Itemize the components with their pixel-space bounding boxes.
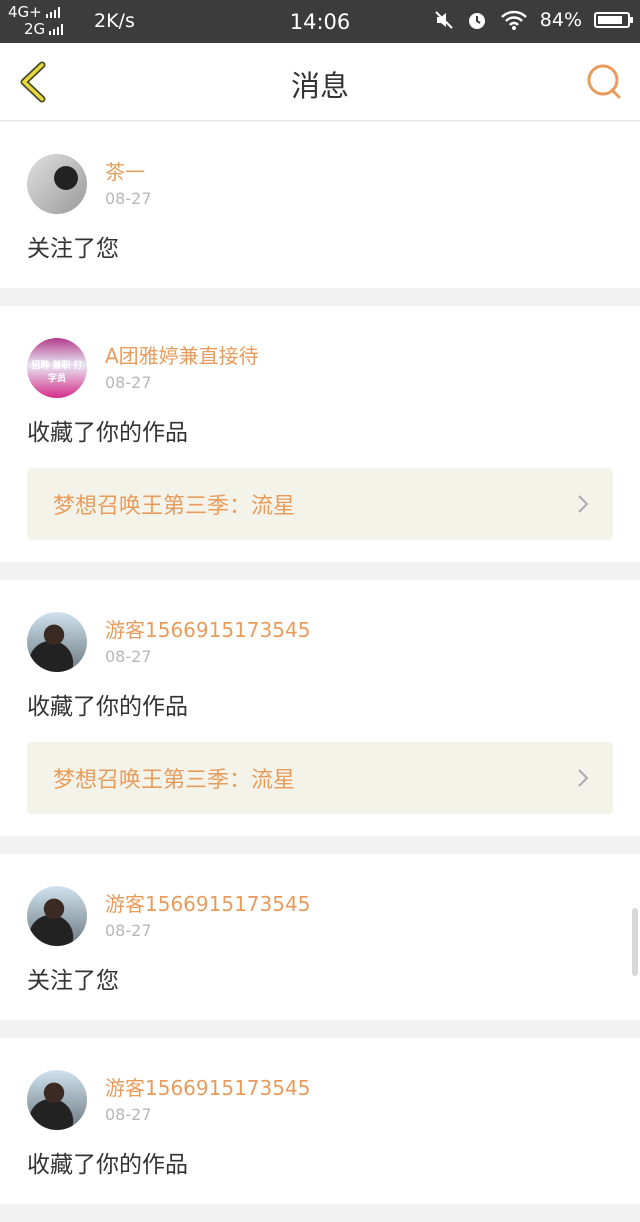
alarm-icon bbox=[468, 13, 485, 29]
user-name[interactable]: A团雅婷兼直接待 bbox=[105, 343, 259, 369]
message-card: 游客1566915173545 08-27 关注了您 bbox=[0, 854, 640, 1020]
message-date: 08-27 bbox=[105, 372, 152, 392]
user-name[interactable]: 茶一 bbox=[105, 159, 152, 185]
avatar[interactable]: 招聘 兼职 打字员 bbox=[27, 338, 87, 398]
battery-icon bbox=[594, 12, 633, 28]
battery-percent: 84% bbox=[539, 9, 582, 31]
user-name[interactable]: 游客1566915173545 bbox=[105, 617, 310, 643]
message-date: 08-27 bbox=[105, 646, 152, 666]
avatar-text: 招聘 兼职 打字员 bbox=[31, 361, 83, 384]
message-action: 收藏了你的作品 bbox=[27, 1152, 188, 1178]
message-date: 08-27 bbox=[105, 188, 152, 208]
work-link[interactable]: 梦想召唤王第三季：流星 bbox=[27, 468, 613, 540]
message-action: 关注了您 bbox=[27, 236, 119, 262]
avatar[interactable] bbox=[27, 612, 87, 672]
message-date: 08-27 bbox=[105, 920, 152, 940]
mute-icon bbox=[435, 11, 453, 29]
message-action: 收藏了你的作品 bbox=[27, 694, 188, 720]
avatar[interactable] bbox=[27, 154, 87, 214]
nav-bar: 消息 bbox=[0, 43, 640, 121]
message-card: 茶一 08-27 关注了您 bbox=[0, 122, 640, 288]
message-action: 收藏了你的作品 bbox=[27, 420, 188, 446]
work-title: 梦想召唤王第三季：流星 bbox=[53, 768, 296, 793]
chevron-right-icon bbox=[578, 769, 589, 787]
message-card: 游客1566915173545 08-27 收藏了你的作品 梦想召唤王第三季：流… bbox=[0, 580, 640, 836]
work-title: 梦想召唤王第三季：流星 bbox=[53, 494, 296, 519]
message-action: 关注了您 bbox=[27, 968, 119, 994]
user-name[interactable]: 游客1566915173545 bbox=[105, 1075, 310, 1101]
page-title: 消息 bbox=[290, 69, 349, 103]
avatar[interactable] bbox=[27, 886, 87, 946]
chevron-right-icon bbox=[578, 495, 589, 513]
status-bar: 4G+ 2G 2K/s 14:06 84% bbox=[0, 0, 640, 43]
wifi-icon bbox=[500, 10, 527, 30]
message-date: 08-27 bbox=[105, 1104, 152, 1124]
message-card: 招聘 兼职 打字员 A团雅婷兼直接待 08-27 收藏了你的作品 梦想召唤王第三… bbox=[0, 306, 640, 562]
scrollbar[interactable] bbox=[632, 908, 638, 976]
avatar[interactable] bbox=[27, 1070, 87, 1130]
user-name[interactable]: 游客1566915173545 bbox=[105, 891, 310, 917]
message-card: 游客1566915173545 08-27 收藏了你的作品 bbox=[0, 1038, 640, 1204]
search-icon[interactable] bbox=[584, 61, 624, 101]
message-list: 茶一 08-27 关注了您 招聘 兼职 打字员 A团雅婷兼直接待 08-27 收… bbox=[0, 122, 640, 1222]
work-link[interactable]: 梦想召唤王第三季：流星 bbox=[27, 742, 613, 814]
